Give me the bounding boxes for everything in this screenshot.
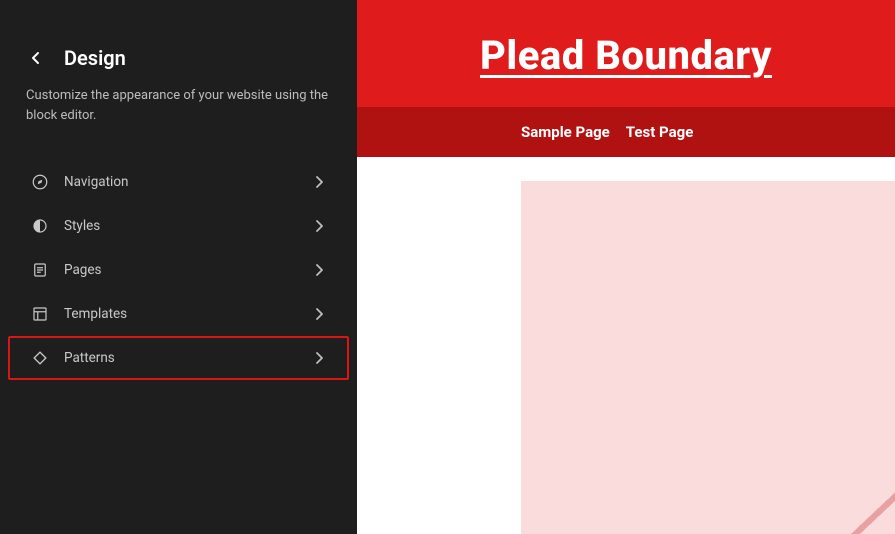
sidebar-item-navigation[interactable]: Navigation bbox=[8, 160, 349, 204]
chevron-right-icon bbox=[311, 350, 327, 366]
sidebar-item-label: Templates bbox=[64, 306, 297, 322]
nav-link-sample-page[interactable]: Sample Page bbox=[521, 123, 610, 141]
sidebar-title: Design bbox=[64, 46, 126, 70]
sidebar-description: Customize the appearance of your website… bbox=[0, 86, 357, 144]
chevron-right-icon bbox=[311, 262, 327, 278]
compass-icon bbox=[30, 172, 50, 192]
site-hero: Plead Boundary bbox=[357, 0, 895, 107]
sidebar-item-patterns[interactable]: Patterns bbox=[8, 336, 349, 380]
chevron-left-icon bbox=[31, 51, 41, 65]
design-menu: Navigation Styles bbox=[0, 160, 357, 380]
chevron-right-icon bbox=[311, 174, 327, 190]
sidebar-item-label: Patterns bbox=[64, 350, 297, 366]
featured-image-placeholder bbox=[521, 181, 895, 534]
chevron-right-icon bbox=[311, 218, 327, 234]
chevron-right-icon bbox=[311, 306, 327, 322]
back-button[interactable] bbox=[24, 46, 48, 70]
sidebar-item-label: Styles bbox=[64, 218, 297, 234]
design-sidebar: Design Customize the appearance of your … bbox=[0, 0, 357, 534]
sidebar-item-label: Pages bbox=[64, 262, 297, 278]
sidebar-item-label: Navigation bbox=[64, 174, 297, 190]
site-nav: Sample Page Test Page bbox=[357, 107, 895, 157]
site-body bbox=[357, 157, 895, 534]
sidebar-item-pages[interactable]: Pages bbox=[8, 248, 349, 292]
diamond-icon bbox=[30, 348, 50, 368]
sidebar-item-templates[interactable]: Templates bbox=[8, 292, 349, 336]
half-circle-icon bbox=[30, 216, 50, 236]
nav-link-test-page[interactable]: Test Page bbox=[626, 123, 694, 141]
sidebar-item-styles[interactable]: Styles bbox=[8, 204, 349, 248]
layout-icon bbox=[30, 304, 50, 324]
page-icon bbox=[30, 260, 50, 280]
site-preview[interactable]: Plead Boundary Sample Page Test Page bbox=[357, 0, 895, 534]
site-title-link[interactable]: Plead Boundary bbox=[480, 32, 772, 79]
